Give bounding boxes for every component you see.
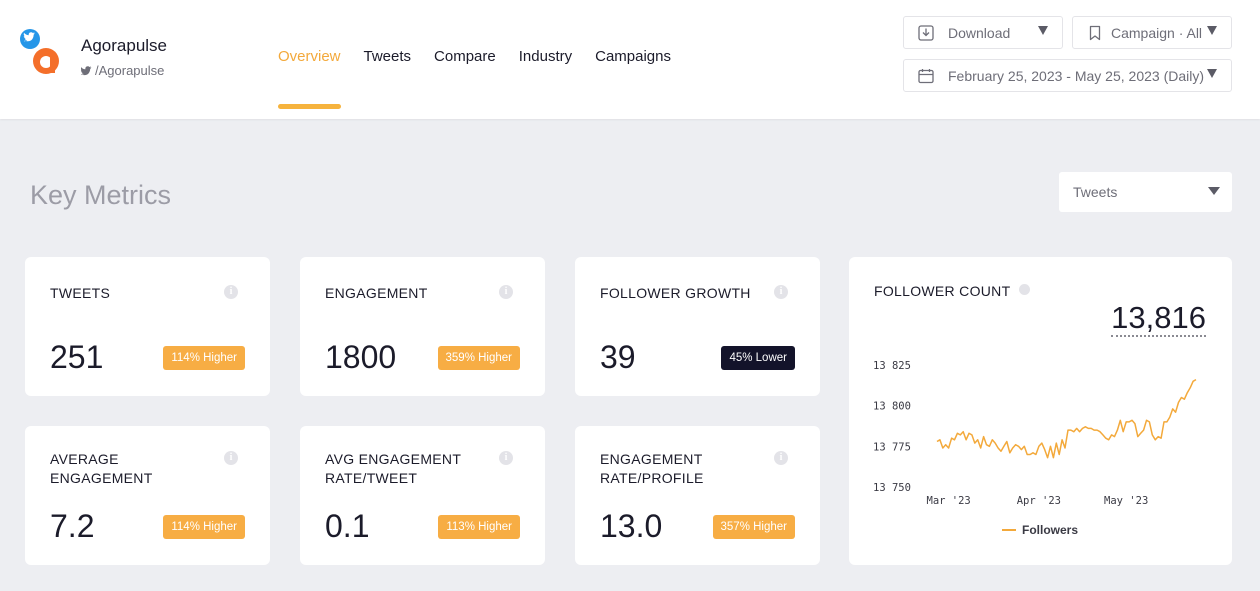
metric-card-average-engagement: AVERAGE ENGAGEMENT i 7.2 114% Higher bbox=[25, 426, 270, 565]
brand-name: Agorapulse bbox=[81, 36, 168, 55]
metric-label: TWEETS bbox=[50, 285, 111, 301]
twitter-bird-icon bbox=[81, 65, 92, 75]
metric-label: ENGAGEMENT RATE/PROFILE bbox=[600, 451, 704, 486]
tab-overview[interactable]: Overview bbox=[278, 48, 341, 65]
tab-campaigns[interactable]: Campaigns bbox=[595, 48, 671, 65]
agorapulse-logo bbox=[20, 27, 62, 75]
download-button[interactable]: Download bbox=[903, 16, 1063, 49]
y-tick-label: 13 825 bbox=[873, 360, 911, 372]
x-tick-label: Apr '23 bbox=[1017, 495, 1061, 507]
download-icon bbox=[918, 24, 934, 41]
metric-value: 39 bbox=[600, 339, 636, 375]
active-tab-indicator bbox=[278, 104, 341, 109]
info-icon[interactable]: i bbox=[224, 451, 238, 465]
bookmark-icon bbox=[1087, 25, 1103, 41]
follower-count-card: FOLLOWER COUNT 13,816 13 825 13 800 13 775… bbox=[849, 257, 1232, 565]
follower-count-value: 13,816 bbox=[1111, 300, 1206, 337]
campaign-filter-button[interactable]: Campaign · All bbox=[1072, 16, 1232, 49]
top-header: Agorapulse /Agorapulse Overview Tweets C… bbox=[0, 0, 1260, 119]
y-tick-label: 13 775 bbox=[873, 441, 911, 453]
metric-card-engagement-rate-profile: ENGAGEMENT RATE/PROFILE i 13.0 357% High… bbox=[575, 426, 820, 565]
date-range-label: February 25, 2023 - May 25, 2023 (Daily) bbox=[948, 67, 1205, 84]
metric-label: ENGAGEMENT bbox=[325, 285, 428, 301]
tab-industry[interactable]: Industry bbox=[519, 48, 572, 65]
metric-value: 13.0 bbox=[600, 508, 663, 544]
brand-handle: /Agorapulse bbox=[81, 63, 164, 78]
chevron-down-icon bbox=[1208, 187, 1220, 195]
main-nav: Overview Tweets Compare Industry Campaig… bbox=[278, 48, 671, 65]
legend-swatch bbox=[1002, 529, 1016, 531]
chart-legend[interactable]: Followers bbox=[1002, 523, 1078, 537]
y-tick-label: 13 750 bbox=[873, 482, 911, 494]
metric-value: 0.1 bbox=[325, 508, 370, 544]
comparison-badge: 114% Higher bbox=[163, 346, 245, 370]
metric-label: AVG ENGAGEMENT RATE/TWEET bbox=[325, 451, 461, 486]
metric-label: AVERAGE ENGAGEMENT bbox=[50, 451, 153, 486]
y-tick-label: 13 800 bbox=[873, 401, 911, 413]
chevron-down-icon bbox=[1038, 26, 1048, 35]
date-range-picker[interactable]: February 25, 2023 - May 25, 2023 (Daily) bbox=[903, 59, 1232, 92]
metric-card-tweets: TWEETS i 251 114% Higher bbox=[25, 257, 270, 396]
chevron-down-icon bbox=[1207, 26, 1217, 35]
tab-compare[interactable]: Compare bbox=[434, 48, 496, 65]
follower-count-title: FOLLOWER COUNT bbox=[874, 283, 1011, 299]
tab-tweets[interactable]: Tweets bbox=[364, 48, 412, 65]
metric-label: FOLLOWER GROWTH bbox=[600, 285, 751, 301]
comparison-badge: 357% Higher bbox=[712, 515, 795, 539]
comparison-badge: 113% Higher bbox=[438, 515, 520, 539]
metric-card-follower-growth: FOLLOWER GROWTH i 39 45% Lower bbox=[575, 257, 820, 396]
metric-type-value: Tweets bbox=[1073, 184, 1118, 200]
metric-value: 7.2 bbox=[50, 508, 95, 544]
info-icon[interactable] bbox=[1019, 284, 1030, 295]
calendar-icon bbox=[918, 68, 934, 84]
brand-handle-text: /Agorapulse bbox=[95, 63, 165, 78]
metric-card-engagement: ENGAGEMENT i 1800 359% Higher bbox=[300, 257, 545, 396]
comparison-badge: 359% Higher bbox=[437, 346, 520, 370]
info-icon[interactable]: i bbox=[499, 285, 513, 299]
info-icon[interactable]: i bbox=[224, 285, 238, 299]
metric-card-avg-engagement-rate-tweet: AVG ENGAGEMENT RATE/TWEET i 0.1 113% Hig… bbox=[300, 426, 545, 565]
info-icon[interactable]: i bbox=[774, 451, 788, 465]
comparison-badge: 45% Lower bbox=[721, 346, 795, 370]
metric-type-select[interactable]: Tweets bbox=[1059, 172, 1232, 212]
info-icon[interactable]: i bbox=[774, 285, 788, 299]
followers-series-line bbox=[936, 378, 1197, 459]
metric-value: 1800 bbox=[325, 339, 397, 375]
key-metrics-title: Key Metrics bbox=[30, 180, 172, 210]
x-tick-label: Mar '23 bbox=[927, 495, 971, 507]
campaign-label: Campaign · All bbox=[1111, 24, 1203, 41]
x-tick-label: May '23 bbox=[1104, 495, 1148, 507]
download-label: Download bbox=[948, 24, 1011, 41]
legend-label: Followers bbox=[1022, 523, 1079, 537]
info-icon[interactable]: i bbox=[499, 451, 513, 465]
chevron-down-icon bbox=[1207, 69, 1217, 78]
follower-line-chart: 13 825 13 800 13 775 13 750 Mar '23 Apr '23 M… bbox=[873, 360, 1197, 507]
metric-value: 251 bbox=[50, 339, 104, 375]
comparison-badge: 114% Higher bbox=[163, 515, 245, 539]
